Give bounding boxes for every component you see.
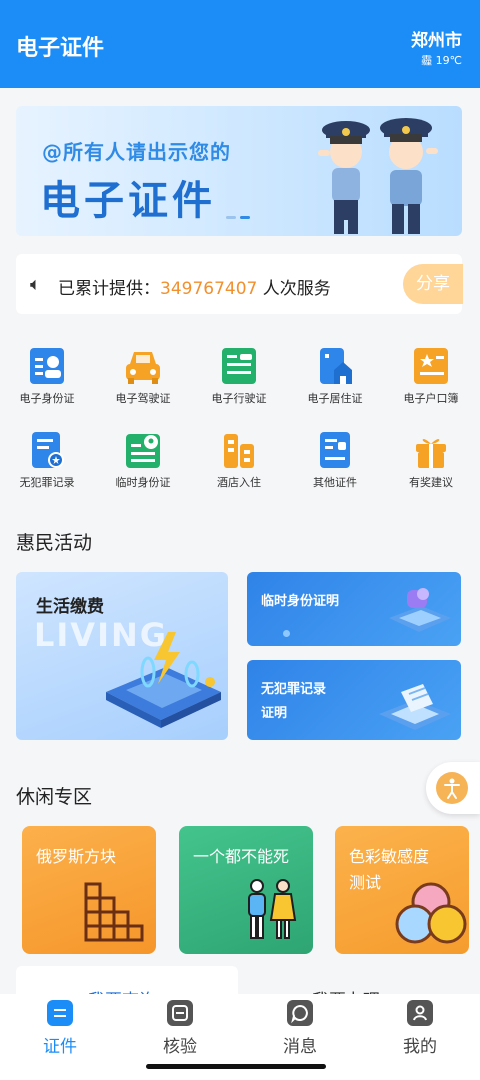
grid-item-label: 其他证件 <box>313 476 357 489</box>
verify-icon <box>167 1000 193 1026</box>
tetris-blocks-icon <box>84 882 144 942</box>
grid-item-suggestion[interactable]: 有奖建议 <box>384 430 478 490</box>
grid-item-label: 临时身份证 <box>115 476 171 489</box>
stats-suffix: 人次服务 <box>262 279 331 299</box>
grid-item-label: 电子居住证 <box>307 392 363 405</box>
carousel-dot[interactable] <box>226 216 236 219</box>
card-title: 无犯罪记录 证明 <box>261 678 326 726</box>
nav-label: 核验 <box>163 1037 197 1057</box>
grid-item-no-crime-record[interactable]: 无犯罪记录 <box>0 430 94 490</box>
decor-dot <box>283 630 290 637</box>
grid-item-label: 电子行驶证 <box>211 392 267 405</box>
share-button[interactable]: 分享 <box>403 264 463 304</box>
banner-line2: 电子证件 <box>40 178 216 224</box>
profile-icon <box>407 1000 433 1026</box>
activity-card-no-crime-proof[interactable]: 无犯罪记录 证明 <box>247 660 461 740</box>
stats-prefix: 已累计提供： <box>58 279 160 299</box>
grid-item-label: 酒店入住 <box>217 476 261 489</box>
color-circles-icon <box>395 882 467 944</box>
service-stats-text: 已累计提供：349767407 人次服务 <box>58 274 331 299</box>
accessibility-icon <box>436 772 468 804</box>
game-title-line1: 色彩敏感度 <box>349 847 430 866</box>
id-card-icon <box>28 346 66 386</box>
people-icon <box>248 879 297 939</box>
grid-item-household-register[interactable]: 电子户口簿 <box>384 346 478 406</box>
nav-item-messages[interactable]: 消息 <box>240 1000 360 1057</box>
nav-item-documents[interactable]: 证件 <box>0 1000 120 1057</box>
hotel-icon <box>220 430 258 470</box>
page-title: 电子证件 <box>16 36 105 61</box>
grid-item-vehicle-license[interactable]: 电子行驶证 <box>192 346 286 406</box>
nav-label: 证件 <box>43 1037 77 1057</box>
vehicle-license-icon <box>220 346 258 386</box>
game-card-color-sensitivity[interactable]: 色彩敏感度 测试 <box>335 826 469 954</box>
speaker-icon: 🔈︎ <box>30 274 41 295</box>
activity-card-temporary-id-proof[interactable]: 临时身份证明 <box>247 572 461 646</box>
grid-item-label: 电子户口簿 <box>403 392 459 405</box>
section-title-activities: 惠民活动 <box>16 532 93 554</box>
grid-item-driver-license[interactable]: 电子驾驶证 <box>96 346 190 406</box>
nav-item-verify[interactable]: 核验 <box>120 1000 240 1057</box>
card-title-line1: 无犯罪记录 <box>261 682 327 697</box>
document-icon <box>47 1000 73 1026</box>
grid-item-label: 无犯罪记录 <box>19 476 75 489</box>
grid-item-hotel[interactable]: 酒店入住 <box>192 430 286 490</box>
nav-item-profile[interactable]: 我的 <box>360 1000 480 1057</box>
household-register-icon <box>412 346 450 386</box>
card-title-line2: 证明 <box>261 706 288 721</box>
grid-item-label: 有奖建议 <box>409 476 453 489</box>
promo-banner[interactable]: @所有人请出示您的 电子证件 <box>16 106 462 236</box>
game-title: 一个都不能死 <box>193 847 290 866</box>
service-stats-bar: 🔈︎ 已累计提供：349767407 人次服务 分享 <box>16 254 463 314</box>
id-proof-illustration <box>389 588 451 632</box>
other-document-icon <box>316 430 354 470</box>
message-icon <box>287 1000 313 1026</box>
police-figure-1 <box>318 121 370 234</box>
house-icon <box>316 346 354 386</box>
banner-line1: @所有人请出示您的 <box>42 140 231 164</box>
card-title: 临时身份证明 <box>261 594 340 609</box>
payment-illustration <box>106 632 221 728</box>
police-figure-2 <box>380 118 438 234</box>
weather-text: 霾 19℃ <box>421 54 462 67</box>
record-illustration <box>379 684 451 730</box>
top-bar: 电子证件 郑州市 霾 19℃ <box>0 0 480 88</box>
city-selector[interactable]: 郑州市 <box>411 26 462 51</box>
section-title-leisure: 休闲专区 <box>16 786 93 808</box>
accessibility-button[interactable] <box>426 762 480 814</box>
grid-item-id-card[interactable]: 电子身份证 <box>0 346 94 406</box>
activity-card-living-payment[interactable]: LIVING 生活缴费 <box>16 572 228 740</box>
home-indicator <box>146 1064 326 1069</box>
card-title: 生活缴费 <box>36 597 104 617</box>
nav-label: 我的 <box>403 1037 437 1057</box>
car-icon <box>124 346 162 386</box>
temporary-id-icon <box>124 430 162 470</box>
grid-item-label: 电子身份证 <box>19 392 75 405</box>
grid-item-label: 电子驾驶证 <box>115 392 171 405</box>
grid-item-other-documents[interactable]: 其他证件 <box>288 430 382 490</box>
game-card-tetris[interactable]: 俄罗斯方块 <box>22 826 156 954</box>
no-crime-record-icon <box>28 430 66 470</box>
game-card-no-one-dies[interactable]: 一个都不能死 <box>179 826 313 954</box>
stats-count: 349767407 <box>160 279 258 299</box>
carousel-dot-active[interactable] <box>240 216 250 219</box>
police-illustration <box>318 118 438 234</box>
nav-label: 消息 <box>283 1037 317 1057</box>
gift-icon <box>412 430 450 470</box>
game-title: 俄罗斯方块 <box>36 847 117 866</box>
grid-item-temporary-id[interactable]: 临时身份证 <box>96 430 190 490</box>
grid-item-residence-permit[interactable]: 电子居住证 <box>288 346 382 406</box>
